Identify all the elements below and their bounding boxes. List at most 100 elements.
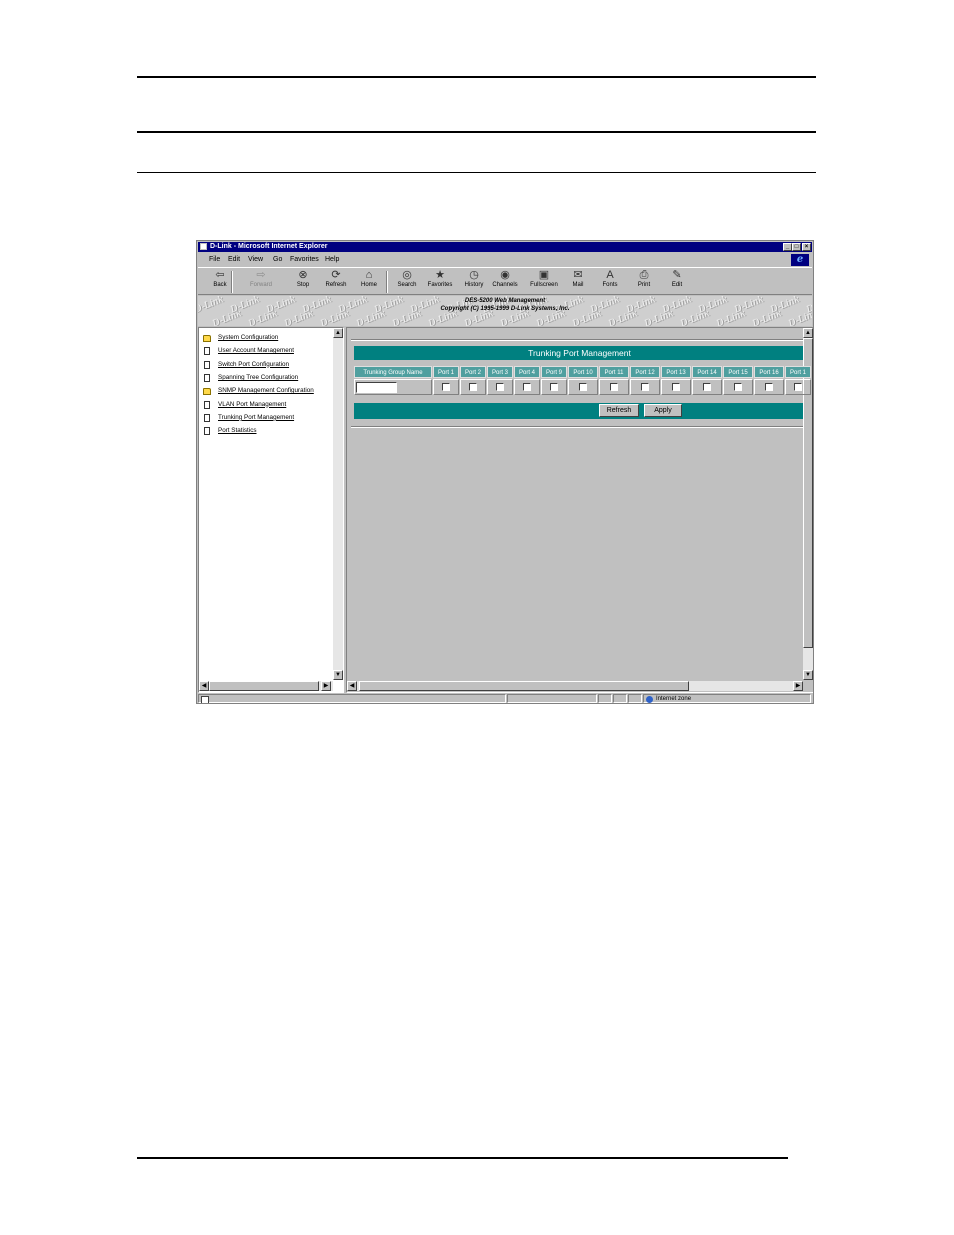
channels-button[interactable]: ◉ Channels	[490, 269, 520, 289]
close-icon[interactable]: ×	[802, 243, 811, 251]
status-zone-label: Internet zone	[656, 696, 692, 702]
minimize-icon[interactable]: _	[783, 243, 792, 251]
trunk-group-name-input[interactable]	[356, 382, 397, 393]
nav-item-label[interactable]: User Account Management	[218, 347, 294, 354]
nav-item-label[interactable]: Trunking Port Management	[218, 414, 294, 421]
nav-item-snmp-management-configuration[interactable]: SNMP Management Configuration	[203, 386, 314, 396]
toolbar-label: Edit	[671, 282, 683, 288]
port-header: Port 15	[723, 366, 753, 378]
banner-line-1: DES-5200 Web Management	[464, 298, 546, 304]
nav-vertical-scrollbar[interactable]	[333, 328, 343, 680]
port-header: Port 2	[460, 366, 486, 378]
port-header: Port 14	[692, 366, 722, 378]
toolbar: ⇦ Back ⇨ Forward ⊗ Stop ⟳ Refresh ⌂ Home ◎ Search ★ F…	[198, 267, 812, 295]
print-button[interactable]: ⎙ Print	[629, 270, 659, 289]
nav-scroll-thumb[interactable]	[209, 681, 319, 691]
fonts-icon: A	[606, 269, 614, 281]
port-header: Port 3	[487, 366, 513, 378]
menu-view[interactable]: View	[248, 253, 263, 266]
refresh-button[interactable]: Refresh	[599, 404, 639, 417]
port-header: Port 13	[661, 366, 691, 378]
page-status-icon	[201, 696, 209, 703]
toolbar-label: Stop	[296, 282, 310, 288]
nav-item-user-account-management[interactable]: User Account Management	[203, 346, 294, 356]
nav-item-switch-port-configuration[interactable]: Switch Port Configuration	[203, 360, 289, 370]
port-checkbox[interactable]	[496, 383, 504, 391]
menu-edit[interactable]: Edit	[228, 253, 240, 266]
port-checkbox[interactable]	[579, 383, 587, 391]
page-icon	[204, 427, 210, 436]
port-checkbox[interactable]	[610, 383, 618, 391]
nav-item-label[interactable]: Switch Port Configuration	[218, 361, 289, 368]
port-checkbox[interactable]	[442, 383, 450, 391]
banner-line-2: Copyright (C) 1995-1999 D-Link Systems, …	[440, 306, 570, 312]
status-seg-b	[613, 694, 627, 703]
nav-item-trunking-port-management[interactable]: Trunking Port Management	[203, 413, 294, 423]
nav-item-label[interactable]: System Configuration	[218, 334, 278, 341]
mail-button[interactable]: ✉ Mail	[563, 269, 593, 289]
port-checkbox[interactable]	[672, 383, 680, 391]
nav-item-label[interactable]: SNMP Management Configuration	[218, 387, 314, 394]
toolbar-label: Favorites	[427, 282, 453, 288]
folder-icon	[203, 387, 211, 395]
port-checkbox[interactable]	[469, 383, 477, 391]
content-scroll-up-icon[interactable]: ▲	[803, 328, 813, 338]
port-header: Port 1	[433, 366, 459, 378]
status-seg-a	[598, 694, 612, 703]
menu-go[interactable]: Go	[273, 253, 282, 266]
nav-item-port-statistics[interactable]: Port Statistics	[203, 426, 257, 436]
search-button[interactable]: ◎ Search	[392, 270, 422, 289]
port-checkbox[interactable]	[765, 383, 773, 391]
page-rule-top	[137, 76, 816, 78]
browser-window: D-Link - Microsoft Internet Explorer _ □…	[196, 240, 814, 704]
content-scroll-left-icon[interactable]: ◀	[347, 681, 357, 691]
nav-item-label[interactable]: Port Statistics	[218, 427, 257, 434]
edit-button[interactable]: ✎ Edit	[662, 270, 692, 289]
trunk-group-name-header: Trunking Group Name	[354, 366, 432, 378]
content-scroll-down-icon[interactable]: ▼	[803, 670, 813, 680]
port-checkbox[interactable]	[703, 383, 711, 391]
channels-icon: ◉	[500, 269, 510, 281]
maximize-icon[interactable]: □	[792, 243, 801, 251]
history-button[interactable]: ◷ History	[459, 270, 489, 289]
fullscreen-button[interactable]: ▣ Fullscreen	[529, 270, 559, 289]
content-scroll-right-icon[interactable]: ▶	[793, 681, 803, 691]
nav-scroll-left-icon[interactable]: ◀	[199, 681, 209, 691]
stop-button[interactable]: ⊗ Stop	[288, 269, 318, 289]
toolbar-label: Back	[213, 282, 227, 288]
home-button[interactable]: ⌂ Home	[354, 270, 384, 289]
favorites-button[interactable]: ★ Favorites	[425, 270, 455, 289]
toolbar-label: Forward	[249, 282, 272, 288]
nav-scroll-right-icon[interactable]: ▶	[321, 681, 331, 691]
port-checkbox[interactable]	[734, 383, 742, 391]
menu-help[interactable]: Help	[325, 253, 339, 266]
menu-file[interactable]: File	[209, 253, 220, 266]
nav-item-system-configuration[interactable]: System Configuration	[203, 333, 278, 343]
apply-button[interactable]: Apply	[644, 404, 682, 417]
fonts-button[interactable]: A Fonts	[595, 269, 625, 289]
menu-favorites[interactable]: Favorites	[290, 253, 319, 266]
port-header: Port 16	[754, 366, 784, 378]
refresh-button[interactable]: ⟳ Refresh	[321, 270, 351, 289]
content-scroll-thumb-h[interactable]	[359, 681, 689, 691]
nav-scroll-up-icon[interactable]: ▲	[333, 328, 343, 338]
nav-scroll-down-icon[interactable]: ▼	[333, 670, 343, 680]
nav-item-label[interactable]: VLAN Port Management	[218, 401, 286, 408]
port-checkbox[interactable]	[794, 383, 802, 391]
toolbar-label: Fullscreen	[530, 282, 558, 288]
port-checkbox[interactable]	[523, 383, 531, 391]
port-checkbox[interactable]	[641, 383, 649, 391]
navigation-frame: ▲ ▼ ◀ ▶ System Configuration User Account…	[198, 327, 344, 693]
stop-icon: ⊗	[298, 269, 308, 281]
nav-item-vlan-port-management[interactable]: VLAN Port Management	[203, 400, 286, 410]
forward-button[interactable]: ⇨ Forward	[246, 270, 276, 289]
port-checkbox[interactable]	[550, 383, 558, 391]
page-icon	[204, 413, 210, 422]
mail-icon: ✉	[573, 269, 583, 281]
status-progress	[507, 694, 597, 703]
nav-item-spanning-tree-configuration[interactable]: Spanning Tree Configuration	[203, 373, 298, 383]
status-main	[198, 694, 506, 703]
nav-item-label[interactable]: Spanning Tree Configuration	[218, 374, 298, 381]
toolbar-label: Refresh	[325, 282, 347, 288]
port-header: Port 10	[568, 366, 598, 378]
